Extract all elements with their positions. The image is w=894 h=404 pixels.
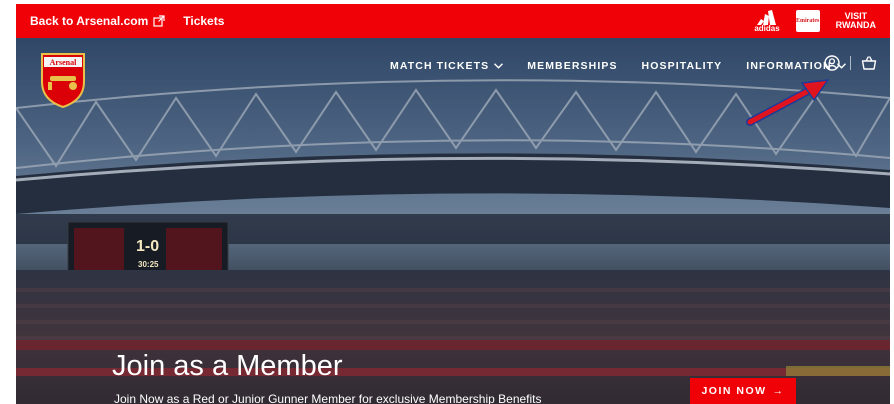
nav-hospitality[interactable]: HOSPITALITY — [642, 60, 723, 72]
back-to-arsenal-link[interactable]: Back to Arsenal.com — [30, 14, 165, 28]
nav-hospitality-label: HOSPITALITY — [641, 60, 723, 72]
user-icon[interactable] — [824, 55, 840, 71]
hero-banner: 1-0 30:25 Arsenal MATCH TICKETS MEMBERSH… — [16, 38, 890, 404]
arsenal-crest-logo[interactable]: Arsenal — [40, 52, 86, 108]
sponsor-logos: adidas Emirates VISIT RWANDA — [754, 9, 876, 33]
join-now-label: JOIN NOW — [701, 385, 767, 397]
tickets-link[interactable]: Tickets — [183, 14, 224, 28]
annotation-arrow-icon — [746, 79, 829, 126]
arrow-right-icon: → — [772, 385, 785, 397]
svg-text:Arsenal: Arsenal — [50, 58, 77, 67]
nav-match-tickets[interactable]: MATCH TICKETS — [390, 60, 504, 72]
nav-match-tickets-label: MATCH TICKETS — [390, 60, 490, 72]
main-navigation: MATCH TICKETS MEMBERSHIPS HOSPITALITY IN… — [390, 60, 870, 72]
nav-icon-group — [824, 55, 877, 71]
chevron-down-icon — [494, 63, 504, 69]
adidas-logo[interactable]: adidas — [754, 9, 780, 33]
emirates-label: Emirates — [795, 18, 820, 24]
top-utility-bar: Back to Arsenal.com Tickets adidas Emira… — [16, 4, 890, 38]
adidas-label: adidas — [754, 23, 780, 33]
external-link-icon — [153, 15, 165, 27]
visit-rwanda-logo[interactable]: VISIT RWANDA — [836, 12, 876, 30]
nav-information-label: INFORMATION — [746, 60, 832, 72]
hero-subtitle: Join Now as a Red or Junior Gunner Membe… — [114, 392, 542, 404]
join-now-button[interactable]: JOIN NOW → — [690, 378, 796, 404]
browser-viewport: Back to Arsenal.com Tickets adidas Emira… — [16, 4, 890, 404]
nav-memberships[interactable]: MEMBERSHIPS — [527, 60, 617, 72]
scoreboard-score: 1-0 — [136, 238, 160, 255]
rwanda-label: RWANDA — [835, 20, 876, 30]
adidas-stripes-icon — [756, 9, 776, 25]
hero-title: Join as a Member — [112, 350, 343, 382]
nav-memberships-label: MEMBERSHIPS — [527, 60, 618, 72]
nav-icon-divider — [850, 56, 851, 70]
basket-icon[interactable] — [861, 55, 877, 71]
scoreboard-clock: 30:25 — [138, 260, 159, 269]
back-to-arsenal-label: Back to Arsenal.com — [30, 14, 149, 28]
emirates-logo[interactable]: Emirates — [795, 10, 820, 32]
